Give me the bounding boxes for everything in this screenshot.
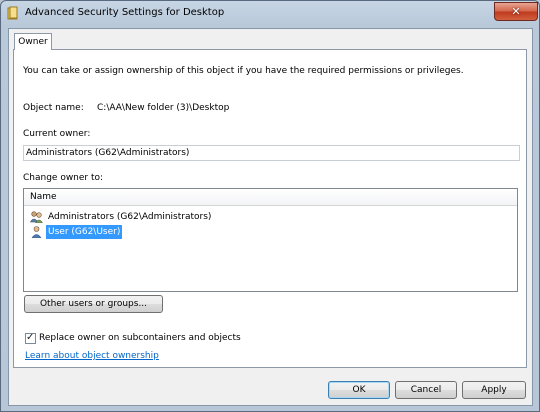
list-column-header[interactable]: Name — [24, 189, 517, 206]
checkmark-icon: ✓ — [26, 332, 35, 343]
list-item-label: User (G62\User) — [46, 225, 123, 239]
title-bar[interactable]: Advanced Security Settings for Desktop ✕ — [1, 1, 539, 27]
owner-listbox[interactable]: Name Administrators (G62\Administrators) — [23, 188, 518, 292]
dialog-window: Advanced Security Settings for Desktop ✕… — [0, 0, 540, 412]
replace-owner-label: Replace owner on subcontainers and objec… — [39, 333, 241, 343]
window-title: Advanced Security Settings for Desktop — [25, 7, 225, 18]
close-icon: ✕ — [511, 5, 521, 18]
learn-ownership-link[interactable]: Learn about object ownership — [25, 351, 159, 361]
other-users-button[interactable]: Other users or groups... — [24, 295, 163, 313]
cancel-button[interactable]: Cancel — [395, 381, 457, 399]
object-name-label: Object name: — [23, 103, 84, 113]
owner-panel: You can take or assign ownership of this… — [13, 49, 527, 368]
list-item-label: Administrators (G62\Administrators) — [48, 212, 212, 222]
user-icon — [30, 226, 43, 238]
list-item[interactable]: Administrators (G62\Administrators) — [30, 210, 213, 224]
change-owner-label: Change owner to: — [23, 173, 104, 183]
dialog-client-area: Owner You can take or assign ownership o… — [8, 28, 533, 406]
folder-icon — [7, 6, 19, 20]
list-item-selected[interactable]: User (G62\User) — [30, 225, 123, 239]
current-owner-field[interactable]: Administrators (G62\Administrators) — [23, 145, 520, 161]
object-name-value: C:\AA\New folder (3)\Desktop — [97, 103, 230, 113]
tab-owner[interactable]: Owner — [14, 33, 52, 50]
replace-owner-checkbox[interactable]: ✓ — [25, 332, 36, 344]
intro-text: You can take or assign ownership of this… — [23, 66, 464, 76]
ok-button[interactable]: OK — [328, 381, 390, 399]
close-button[interactable]: ✕ — [494, 2, 538, 21]
current-owner-label: Current owner: — [23, 129, 91, 139]
users-group-icon — [30, 211, 43, 223]
apply-button[interactable]: Apply — [462, 381, 526, 399]
column-header-name: Name — [30, 192, 57, 202]
